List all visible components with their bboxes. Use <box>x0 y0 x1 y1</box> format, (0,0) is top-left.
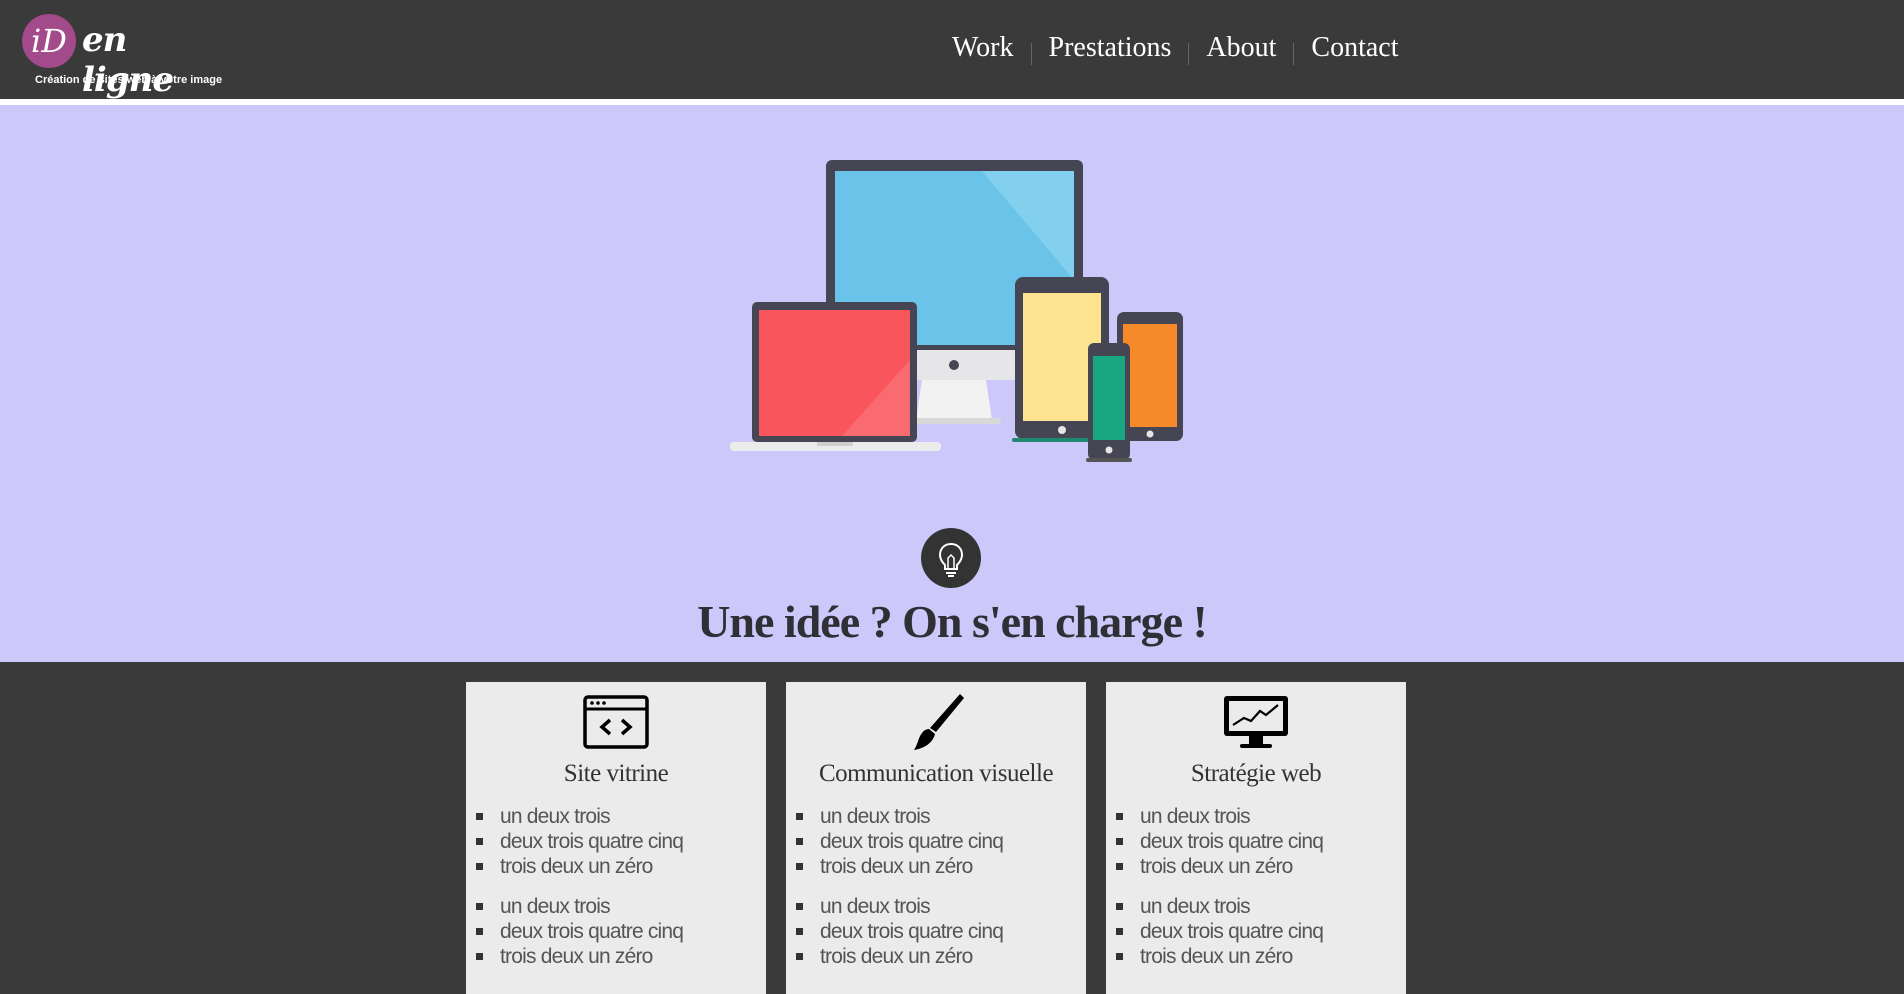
list-item: deux trois quatre cinq <box>1115 920 1324 943</box>
list-item: trois deux un zéro <box>1115 854 1323 879</box>
nav-item-about[interactable]: About <box>1189 32 1293 64</box>
logo-wordmark: en ligne <box>82 20 174 100</box>
hero-title: Une idée ? On s'en charge ! <box>697 596 1208 647</box>
logo-badge: iD <box>22 14 76 68</box>
site-header: iD en ligne Création de sites web à votr… <box>0 0 1904 100</box>
service-card-strategie-web: Stratégie web un deux trois deux trois q… <box>1106 682 1406 994</box>
list-item: trois deux un zéro <box>1115 944 1323 969</box>
logo-tagline: Création de sites web à votre image <box>35 74 223 86</box>
code-window-icon <box>583 695 649 749</box>
nav-item-contact[interactable]: Contact <box>1294 32 1415 64</box>
feature-list: un deux trois deux trois quatre cinq tro… <box>475 894 684 969</box>
list-item: trois deux un zéro <box>475 854 683 879</box>
nav-item-prestations[interactable]: Prestations <box>1032 32 1189 64</box>
feature-list: un deux trois deux trois quatre cinq tro… <box>475 804 684 879</box>
feature-list: un deux trois deux trois quatre cinq tro… <box>795 894 1004 969</box>
service-card-communication-visuelle: Communication visuelle un deux trois deu… <box>786 682 1086 994</box>
main-nav: Work Prestations About Contact <box>935 28 1416 68</box>
feature-list: un deux trois deux trois quatre cinq tro… <box>1115 894 1324 969</box>
monitor-chart-icon <box>1224 696 1288 748</box>
list-item: deux trois quatre cinq <box>795 920 1004 943</box>
list-item: trois deux un zéro <box>795 854 1003 879</box>
list-item: un deux trois <box>475 894 683 919</box>
list-item: un deux trois <box>795 894 1003 919</box>
list-item: un deux trois <box>475 804 683 829</box>
responsive-devices-illustration <box>730 160 1183 462</box>
feature-list: un deux trois deux trois quatre cinq tro… <box>795 804 1004 879</box>
lightbulb-icon <box>921 528 981 588</box>
list-item: deux trois quatre cinq <box>475 920 684 943</box>
list-item: un deux trois <box>795 804 1003 829</box>
card-title: Stratégie web <box>1190 760 1322 787</box>
list-item: deux trois quatre cinq <box>1115 830 1324 853</box>
list-item: deux trois quatre cinq <box>795 830 1004 853</box>
site-logo[interactable]: iD en ligne Création de sites web à votr… <box>22 14 222 100</box>
list-item: trois deux un zéro <box>475 944 683 969</box>
list-item: un deux trois <box>1115 804 1323 829</box>
list-item: trois deux un zéro <box>795 944 1003 969</box>
paintbrush-icon <box>914 694 964 750</box>
hero-section: Une idée ? On s'en charge ! <box>0 105 1904 662</box>
card-title: Communication visuelle <box>818 760 1054 787</box>
services-section: Site vitrine un deux trois deux trois qu… <box>0 662 1904 994</box>
card-title: Site vitrine <box>563 760 669 787</box>
list-item: un deux trois <box>1115 894 1323 919</box>
list-item: deux trois quatre cinq <box>475 830 684 853</box>
feature-list: un deux trois deux trois quatre cinq tro… <box>1115 804 1324 879</box>
nav-item-work[interactable]: Work <box>935 32 1031 64</box>
service-card-site-vitrine: Site vitrine un deux trois deux trois qu… <box>466 682 766 994</box>
